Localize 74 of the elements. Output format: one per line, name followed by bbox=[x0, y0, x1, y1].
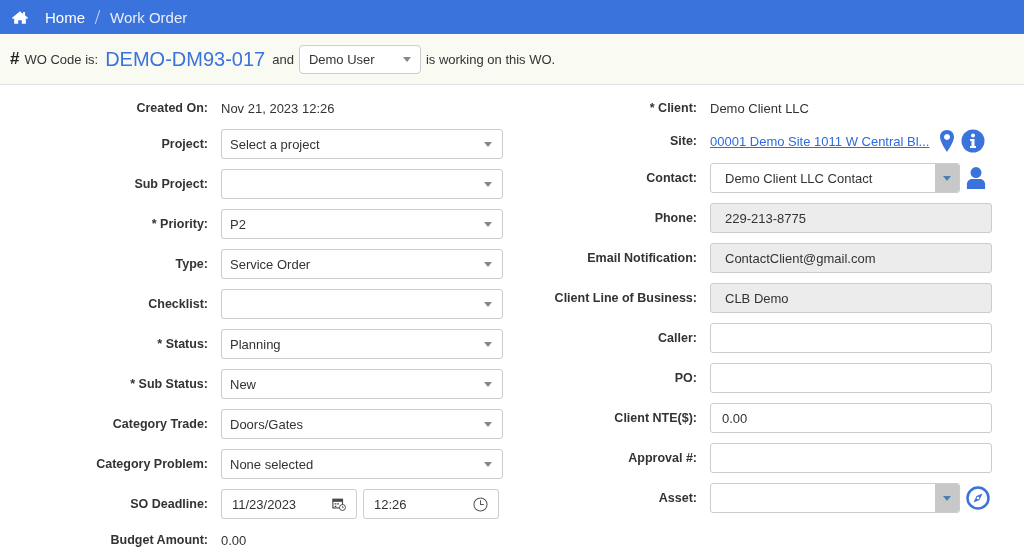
readonly-field: CLB Demo bbox=[710, 283, 992, 313]
time-field[interactable]: 12:26 bbox=[363, 489, 499, 519]
select-field[interactable] bbox=[221, 289, 503, 319]
field-label: Category Trade: bbox=[111, 417, 208, 431]
calendar-icon bbox=[332, 497, 346, 511]
field-label: * Sub Status: bbox=[129, 377, 208, 391]
field-label: SO Deadline: bbox=[129, 497, 208, 511]
caret-icon bbox=[484, 181, 492, 187]
caret-icon bbox=[484, 341, 492, 347]
field-label: * Client: bbox=[648, 101, 697, 115]
field-label: Checklist: bbox=[147, 297, 208, 311]
field-value: 0.00 bbox=[221, 532, 247, 548]
caret-icon bbox=[484, 421, 492, 427]
wo-code-label: WO Code is: bbox=[24, 51, 99, 67]
working-text: is working on this WO. bbox=[425, 51, 556, 67]
select-field[interactable]: P2 bbox=[221, 209, 503, 239]
date-field[interactable]: 11/23/2023 bbox=[221, 489, 357, 519]
input-field[interactable] bbox=[710, 323, 992, 353]
field-label: * Priority: bbox=[150, 217, 208, 231]
person-icon[interactable] bbox=[966, 166, 986, 190]
field-label: Asset: bbox=[657, 491, 697, 505]
caret-icon bbox=[484, 141, 492, 147]
caret-icon bbox=[402, 56, 411, 62]
field-label: PO: bbox=[673, 371, 697, 385]
field-label: Phone: bbox=[653, 211, 697, 225]
combo-field[interactable] bbox=[710, 483, 960, 513]
clock-icon bbox=[473, 496, 488, 512]
field-label: Contact: bbox=[645, 171, 697, 185]
map-pin-icon[interactable] bbox=[939, 129, 956, 153]
select-field[interactable]: New bbox=[221, 369, 503, 399]
caret-icon bbox=[484, 381, 492, 387]
compass-icon[interactable] bbox=[966, 486, 990, 510]
readonly-field: 229-213-8775 bbox=[710, 203, 992, 233]
field-label: Caller: bbox=[657, 331, 697, 345]
home-icon[interactable] bbox=[11, 9, 29, 25]
hash-label: # bbox=[10, 49, 20, 69]
readonly-field: ContactClient@gmail.com bbox=[710, 243, 992, 273]
field-label: Type: bbox=[174, 257, 208, 271]
user-select[interactable]: Demo User bbox=[298, 44, 421, 74]
wo-code: DEMO-DM93-017 bbox=[105, 47, 266, 71]
caret-icon bbox=[943, 175, 951, 181]
input-field[interactable] bbox=[710, 443, 992, 473]
caret-icon bbox=[484, 221, 492, 227]
field-label: Category Problem: bbox=[95, 457, 208, 471]
caret-icon bbox=[943, 495, 951, 501]
select-field[interactable]: Service Order bbox=[221, 249, 503, 279]
field-label: Client Line of Business: bbox=[553, 291, 697, 305]
input-field[interactable] bbox=[710, 363, 992, 393]
field-label: Approval #: bbox=[627, 451, 697, 465]
field-label: Email Notification: bbox=[586, 251, 697, 265]
breadcrumb-link[interactable]: Home bbox=[45, 8, 85, 26]
select-field[interactable] bbox=[221, 169, 503, 199]
field-label: Budget Amount: bbox=[109, 533, 208, 547]
field-label: Sub Project: bbox=[133, 177, 208, 191]
select-field[interactable]: Doors/Gates bbox=[221, 409, 503, 439]
caret-icon bbox=[484, 461, 492, 467]
select-field[interactable]: None selected bbox=[221, 449, 503, 479]
field-value: Nov 21, 2023 12:26 bbox=[221, 100, 335, 116]
info-icon[interactable] bbox=[961, 129, 986, 153]
select-field[interactable]: Planning bbox=[221, 329, 503, 359]
field-label: * Status: bbox=[156, 337, 208, 351]
caret-icon bbox=[484, 261, 492, 267]
field-value: Demo Client LLC bbox=[710, 100, 809, 116]
site-link[interactable]: 00001 Demo Site 1011 W Central Bl... bbox=[710, 133, 930, 149]
current-page-title: Work Order bbox=[110, 8, 188, 26]
input-field[interactable]: 0.00 bbox=[710, 403, 992, 433]
select-field[interactable]: Select a project bbox=[221, 129, 503, 159]
combo-field[interactable]: Demo Client LLC Contact bbox=[710, 163, 960, 193]
field-label: Created On: bbox=[135, 101, 208, 115]
caret-icon bbox=[484, 301, 492, 307]
field-label: Client NTE($): bbox=[613, 411, 697, 425]
and-text: and bbox=[272, 51, 294, 67]
field-label: Project: bbox=[160, 137, 208, 151]
field-label: Site: bbox=[668, 134, 697, 148]
